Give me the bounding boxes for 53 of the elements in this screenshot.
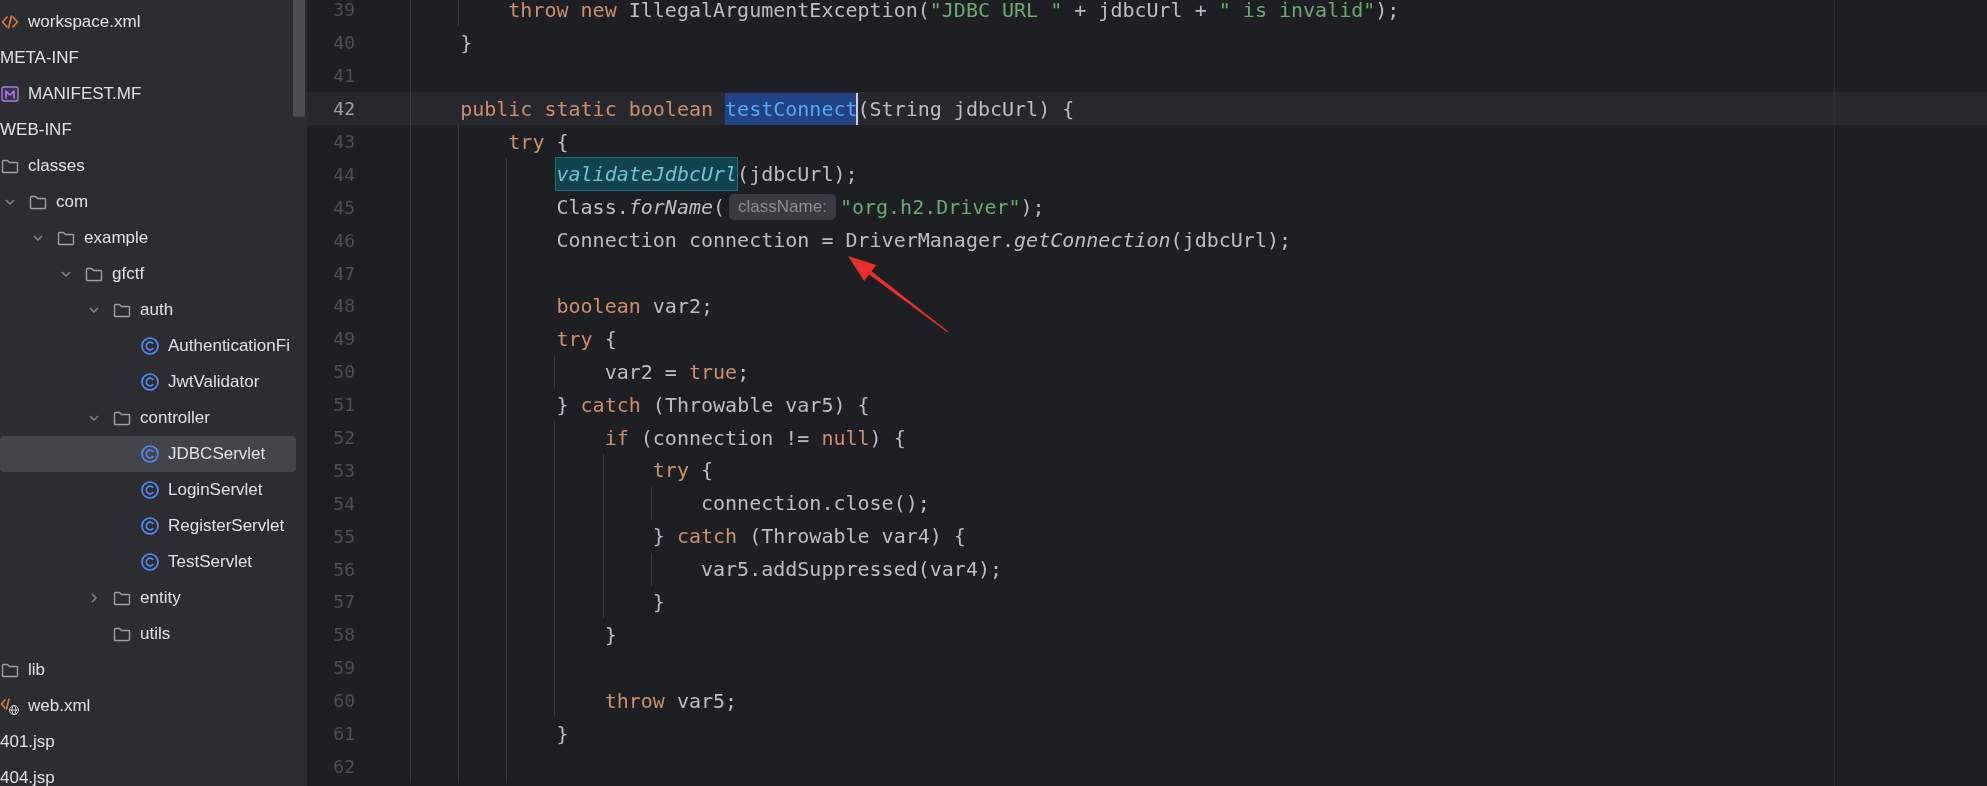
file-tree-item[interactable]: controller xyxy=(0,400,296,436)
code-text: } catch (Throwable var4) { xyxy=(652,524,966,549)
class-icon xyxy=(140,336,160,356)
code-text: try { xyxy=(652,458,714,483)
class-icon xyxy=(140,480,160,500)
web-xml-file-icon xyxy=(0,696,20,716)
line-number: 42 xyxy=(333,98,355,120)
code-text: throw new IllegalArgumentException("JDBC URL " + jdbcUrl + " is invalid"); xyxy=(508,0,1400,22)
code-text: } xyxy=(556,721,569,746)
file-tree-item[interactable]: gfctf xyxy=(0,256,296,292)
file-tree-item[interactable]: web.xml xyxy=(0,688,296,724)
file-tree-item[interactable]: utils xyxy=(0,616,296,652)
code-text: if (connection != null) { xyxy=(604,425,906,450)
code-text: Class.forName( xyxy=(556,195,726,220)
file-tree-item[interactable]: TestServlet xyxy=(0,544,296,580)
code-text: try { xyxy=(508,129,569,154)
file-tree-item[interactable]: com xyxy=(0,184,296,220)
file-tree-item[interactable]: 401.jsp xyxy=(0,724,296,760)
file-tree-item[interactable]: AuthenticationFi xyxy=(0,328,296,364)
file-tree-item[interactable]: META-INF xyxy=(0,40,296,76)
class-icon xyxy=(140,516,160,536)
code-text: throw var5; xyxy=(604,688,738,713)
code-text: Connection connection = DriverManager.getConnection(jdbcUrl); xyxy=(556,228,1291,253)
file-tree-item[interactable]: classes xyxy=(0,148,296,184)
file-tree-item[interactable]: MANIFEST.MF xyxy=(0,76,296,112)
file-tree-item[interactable]: lib xyxy=(0,652,296,688)
class-icon xyxy=(140,444,160,464)
file-tree-item[interactable]: JwtValidator xyxy=(0,364,296,400)
code-text: connection.close(); xyxy=(701,491,930,516)
parameter-hint: className: xyxy=(729,194,836,221)
manifest-file-icon xyxy=(0,84,20,104)
code-text: boolean var2; xyxy=(556,293,714,318)
file-tree-item[interactable]: RegisterServlet xyxy=(0,508,296,544)
code-text: } xyxy=(652,589,665,614)
code-text: var5.addSuppressed(var4); xyxy=(701,557,1002,582)
file-tree-item[interactable]: entity xyxy=(0,580,296,616)
code-text: } catch (Throwable var5) { xyxy=(556,392,870,417)
file-tree-item[interactable]: example xyxy=(0,220,296,256)
file-tree-item[interactable]: auth xyxy=(0,292,296,328)
code-text: } xyxy=(604,622,617,647)
xml-file-icon xyxy=(0,12,20,32)
code-text: var2 = true; xyxy=(604,359,750,384)
scrollbar[interactable] xyxy=(293,0,305,117)
file-tree-item[interactable]: workspace.xml xyxy=(0,4,296,40)
code-text: try { xyxy=(556,326,617,351)
code-text: } xyxy=(460,30,473,55)
file-tree-item[interactable]: LoginServlet xyxy=(0,472,296,508)
class-icon xyxy=(140,552,160,572)
file-tree-item[interactable]: 404.jsp xyxy=(0,760,296,786)
file-tree-item[interactable]: JDBCServlet xyxy=(0,436,296,472)
code-text: "org.h2.Driver"); xyxy=(839,195,1045,220)
file-tree-item[interactable]: WEB-INF xyxy=(0,112,296,148)
class-icon xyxy=(140,372,160,392)
